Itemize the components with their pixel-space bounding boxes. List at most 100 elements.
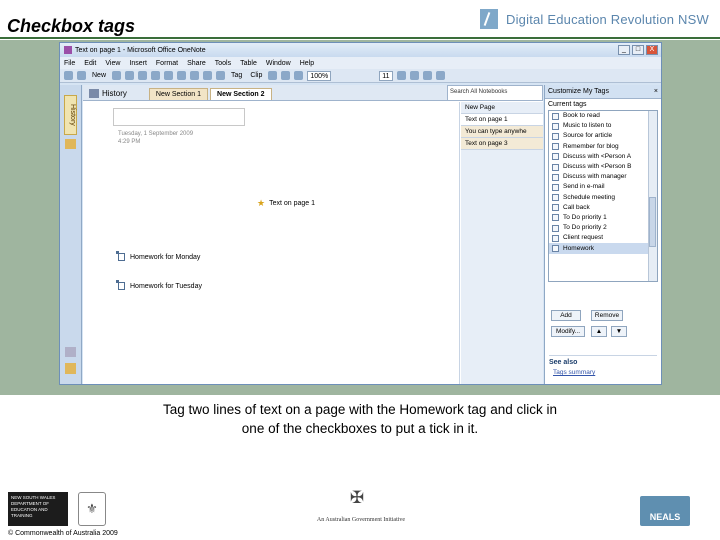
note-container[interactable]: ★ Text on page 1 [257,198,315,209]
filter-icon[interactable] [203,71,213,80]
highlight-icon[interactable] [409,71,419,80]
menu-edit[interactable]: Edit [84,60,96,67]
tag-item[interactable]: Discuss with manager [549,172,657,182]
move-up-button[interactable]: ▲ [591,326,607,337]
tag-item[interactable]: Music to listen to [549,121,657,131]
homework-text: Homework for Tuesday [130,282,202,290]
notebook-header-icon [89,89,99,98]
homework-line-1[interactable]: Homework for Monday [116,251,201,261]
tag-icon [552,132,559,140]
redo-icon[interactable] [190,71,200,80]
tag-item-homework-selected[interactable]: Homework [549,243,657,254]
homework-checkbox-icon[interactable] [116,251,125,261]
menu-help[interactable]: Help [300,60,314,67]
page-tab-2[interactable]: You can type anywhe [461,126,543,138]
move-down-button[interactable]: ▼ [611,326,627,337]
caption-line-1: Tag two lines of text on a page with the… [163,402,557,417]
menu-tools[interactable]: Tools [215,60,231,67]
menu-share[interactable]: Share [187,60,206,67]
tag-item[interactable]: Schedule meeting [549,193,657,203]
print-icon[interactable] [125,71,135,80]
tag-list[interactable]: Book to read Music to listen to Source f… [548,110,658,282]
page-title-box[interactable] [113,108,245,126]
tag-item[interactable]: To Do priority 1 [549,213,657,223]
tag-item[interactable]: Call back [549,203,657,213]
minimize-button[interactable]: _ [618,45,630,55]
new-page-button[interactable]: New Page [461,102,543,114]
unfiled-notes-icon[interactable] [65,347,76,357]
tab-new-section-1[interactable]: New Section 1 [148,88,209,100]
paste-icon[interactable] [164,71,174,80]
search-icon[interactable] [294,71,304,80]
page-time: 4:29 PM [118,139,141,145]
save-icon[interactable] [112,71,122,80]
menu-view[interactable]: View [105,60,120,67]
all-notebooks-icon[interactable] [65,363,76,374]
tag-label: Schedule meeting [563,193,616,201]
undo-icon[interactable] [177,71,187,80]
bold-icon[interactable] [396,71,406,80]
forward-icon[interactable] [77,71,86,80]
tag-item[interactable]: Source for article [549,131,657,141]
scrollbar-thumb[interactable] [649,197,656,247]
tags-summary-link[interactable]: Tags summary [553,369,595,376]
page-tab-1[interactable]: Text on page 1 [461,114,543,126]
modify-tag-button[interactable]: Modify... [551,326,585,337]
link-icon[interactable] [268,71,278,80]
checkbox-tag-icon [552,245,559,253]
pen-icon[interactable] [216,71,226,80]
outlook-icon[interactable] [281,71,291,80]
tag-label: Send in e-mail [563,183,605,191]
tag-icon [552,143,559,151]
tag-item[interactable]: Discuss with <Person B [549,162,657,172]
notebook-icon[interactable] [65,139,76,149]
current-tags-label: Current tags [548,101,587,108]
close-button[interactable]: X [646,45,658,55]
der-logo-text: Digital Education Revolution NSW [506,11,709,27]
search-input[interactable]: Search All Notebooks [447,85,543,101]
tag-icon [552,234,559,242]
tag-button[interactable]: Tag [229,72,244,79]
copy-icon[interactable] [151,71,161,80]
homework-text: Homework for Monday [130,253,201,261]
new-button[interactable]: New [90,72,108,79]
tag-item[interactable]: Discuss with <Person A [549,152,657,162]
remove-tag-button[interactable]: Remove [591,310,623,321]
font-color-icon[interactable] [422,71,432,80]
bullets-icon[interactable] [435,71,445,80]
slide-title: Checkbox tags [7,16,136,36]
tag-label: Source for article [563,132,613,140]
window-controls: _ □ X [618,45,661,55]
back-icon[interactable] [64,71,73,80]
menu-table[interactable]: Table [240,60,257,67]
history-nav-tab[interactable]: History [64,95,77,135]
task-pane-title[interactable]: Customize My Tags [548,88,609,95]
notebook-header: History [87,89,147,100]
customize-tags-pane: Customize My Tags × Current tags Book to… [544,85,661,384]
menu-window[interactable]: Window [266,60,291,67]
tag-item[interactable]: Book to read [549,111,657,121]
close-icon[interactable]: × [654,88,658,95]
clip-button[interactable]: Clip [248,72,264,79]
page-tab-3[interactable]: Text on page 3 [461,138,543,150]
cut-icon[interactable] [138,71,148,80]
homework-checkbox-icon[interactable] [116,280,125,290]
tag-label: Discuss with <Person A [563,152,632,160]
page-canvas[interactable]: Tuesday, 1 September 2009 4:29 PM ★ Text… [83,102,460,384]
tag-item[interactable]: Remember for blog [549,142,657,152]
maximize-button[interactable]: □ [632,45,644,55]
add-tag-button[interactable]: Add [551,310,581,321]
homework-line-2[interactable]: Homework for Tuesday [116,280,202,290]
tab-new-section-2[interactable]: New Section 2 [210,88,272,100]
tag-item[interactable]: Client request [549,233,657,243]
menu-file[interactable]: File [64,60,75,67]
zoom-select[interactable]: 100% [307,70,332,81]
tag-icon [552,122,559,130]
menu-format[interactable]: Format [156,60,178,67]
menu-insert[interactable]: Insert [129,60,147,67]
tag-list-scrollbar[interactable] [648,111,657,281]
font-size-select[interactable]: 11 [379,70,393,81]
tag-item[interactable]: To Do priority 2 [549,223,657,233]
tag-item[interactable]: Send in e-mail [549,182,657,192]
tag-icon [552,214,559,222]
